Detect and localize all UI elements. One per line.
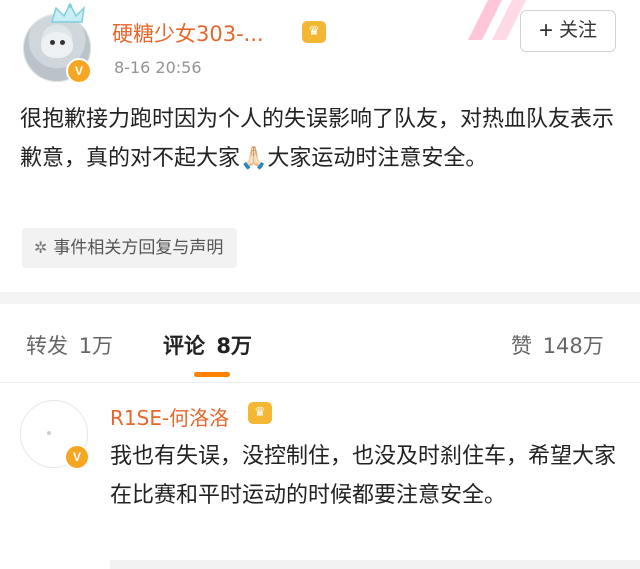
event-tag[interactable]: ✲ 事件相关方回复与声明 [22,228,238,268]
interaction-tabs: 转发 1万 评论 8万 赞 148万 [0,304,640,382]
post-author-name[interactable]: 硬糖少女303-... [112,18,264,48]
plus-icon: + [538,17,553,44]
avatar-crown-decoration [51,2,86,23]
vip-crown-icon: ♛ [248,402,272,424]
comment-author-name[interactable]: R1SE-何洛洛 [110,402,229,431]
reply-preview-box[interactable] [110,560,640,569]
sparkle-icon: ✲ [34,238,48,257]
tab-comments[interactable]: 评论 8万 [163,330,252,360]
tab-likes-count: 148万 [542,334,604,358]
section-divider [0,292,640,304]
avatar-placeholder-dot [47,431,51,435]
active-tab-indicator [194,372,230,377]
tab-reposts-label: 转发 [26,334,68,358]
comment-text: 我也有失误，没控制住，也没及时刹住车，希望大家在比赛和平时运动的时候都要注意安全… [110,444,617,508]
comment-author-name-text[interactable]: R1SE-何洛洛 [110,406,229,430]
event-tag-label: 事件相关方回复与声明 [53,238,224,258]
vip-crown-icon: ♛ [302,21,326,43]
tabs-separator [0,382,640,383]
follow-button-label: 关注 [559,20,598,41]
follow-button[interactable]: + 关注 [520,10,616,52]
avatar-face [41,32,73,58]
avatar-eye [50,40,55,45]
tab-reposts[interactable]: 转发 1万 [26,330,113,360]
tab-likes[interactable]: 赞 148万 [511,330,604,360]
avatar-eye [60,40,65,45]
post-author-name-text[interactable]: 硬糖少女303-... [112,22,264,46]
post-timestamp: 8-16 20:56 [114,58,202,77]
tab-comments-count: 8万 [216,334,252,358]
tab-reposts-count: 1万 [78,334,114,358]
post-text: 很抱歉接力跑时因为个人的失误影响了队友，对热血队友表示歉意，真的对不起大家🙏🏻大… [20,107,615,171]
verified-badge-icon: V [66,58,92,84]
tab-comments-label: 评论 [163,334,205,358]
verified-badge-icon: V [64,444,90,470]
tab-likes-label: 赞 [511,334,532,358]
